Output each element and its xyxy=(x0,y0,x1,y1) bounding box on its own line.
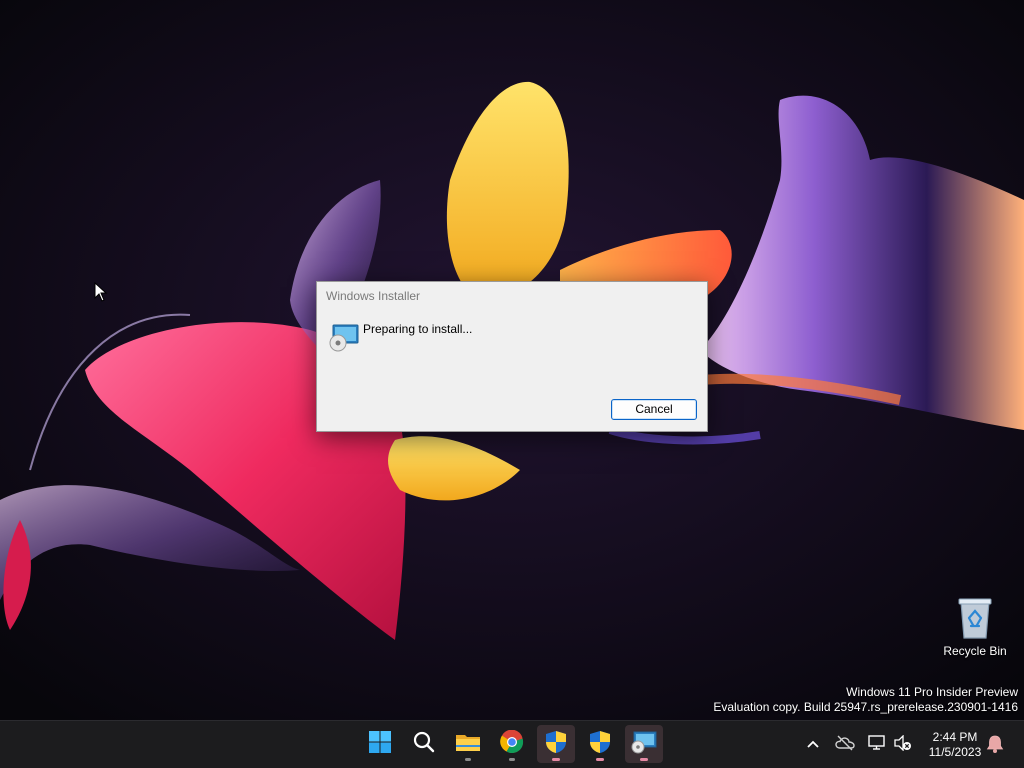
windows-logo-icon xyxy=(368,730,392,759)
clock[interactable]: 2:44 PM 11/5/2023 xyxy=(920,730,990,760)
taskbar: 2:44 PM 11/5/2023 xyxy=(0,720,1024,768)
windows-installer-taskbar-button[interactable] xyxy=(625,725,663,763)
running-indicator xyxy=(509,758,515,761)
volume-muted-icon xyxy=(894,733,912,754)
running-indicator xyxy=(552,758,560,761)
chrome-button[interactable] xyxy=(493,725,531,763)
watermark-edition: Windows 11 Pro Insider Preview xyxy=(846,685,1018,699)
show-hidden-icons-button[interactable] xyxy=(803,734,823,754)
bell-icon xyxy=(986,735,1004,758)
cloud-offline-icon xyxy=(835,735,855,754)
network-tray-button[interactable] xyxy=(867,734,887,754)
dialog-message: Preparing to install... xyxy=(363,322,473,336)
uac-shield-button-2[interactable] xyxy=(581,725,619,763)
uac-shield-button-1[interactable] xyxy=(537,725,575,763)
desktop: Windows Installer Preparing to install..… xyxy=(0,0,1024,720)
dialog-title: Windows Installer xyxy=(326,289,421,303)
mouse-cursor-icon xyxy=(94,282,108,302)
evaluation-watermark: Windows 11 Pro Insider Preview Evaluatio… xyxy=(713,685,1018,715)
running-indicator xyxy=(596,758,604,761)
search-button[interactable] xyxy=(405,725,443,763)
shield-icon xyxy=(544,730,568,759)
search-icon xyxy=(412,730,436,759)
start-button[interactable] xyxy=(361,725,399,763)
installer-icon xyxy=(631,730,657,759)
watermark-build: Evaluation copy. Build 25947.rs_prerelea… xyxy=(713,700,1018,714)
shield-icon xyxy=(588,730,612,759)
cancel-button[interactable]: Cancel xyxy=(611,399,697,420)
clock-time: 2:44 PM xyxy=(932,730,978,744)
file-explorer-button[interactable] xyxy=(449,725,487,763)
network-icon xyxy=(868,734,886,754)
chrome-icon xyxy=(500,729,524,759)
windows-installer-dialog: Windows Installer Preparing to install..… xyxy=(316,281,708,432)
running-indicator xyxy=(465,758,471,761)
recycle-bin-icon xyxy=(940,596,1010,640)
chevron-up-icon xyxy=(806,736,820,752)
recycle-bin-shortcut[interactable]: Recycle Bin xyxy=(940,596,1010,666)
running-indicator xyxy=(640,758,648,761)
onedrive-tray-button[interactable] xyxy=(835,734,855,754)
clock-date: 11/5/2023 xyxy=(928,745,982,759)
volume-tray-button[interactable] xyxy=(893,733,913,754)
notifications-button[interactable] xyxy=(986,734,1006,754)
recycle-bin-label: Recycle Bin xyxy=(943,644,1007,658)
installer-icon xyxy=(329,324,359,352)
folder-icon xyxy=(455,730,481,759)
